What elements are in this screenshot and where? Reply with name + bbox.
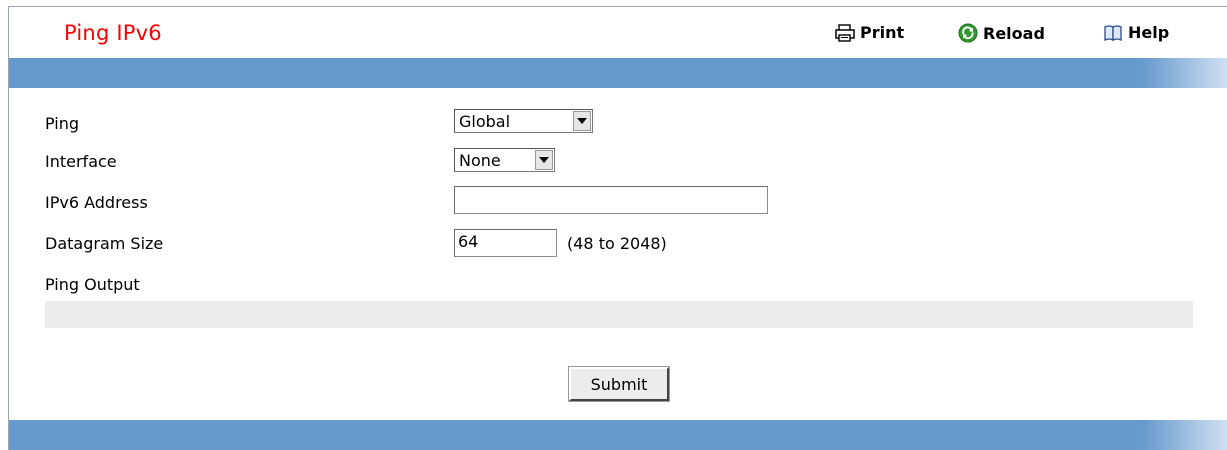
help-label: Help xyxy=(1128,23,1170,42)
page-title: Ping IPv6 xyxy=(64,21,162,45)
ping-select-value: Global xyxy=(459,111,511,131)
ping-output-area xyxy=(45,301,1193,328)
page-header: Ping IPv6 Print Reload Help xyxy=(9,7,1227,57)
print-label: Print xyxy=(860,23,905,42)
chevron-down-icon[interactable] xyxy=(535,150,553,170)
printer-icon xyxy=(835,23,855,42)
ping-ipv6-form: Ping Global Interface None IPv6 Address … xyxy=(9,88,1227,420)
print-button[interactable]: Print xyxy=(835,23,904,42)
submit-button[interactable]: Submit xyxy=(568,366,670,402)
ping-select[interactable]: Global xyxy=(454,109,593,133)
ping-output-label: Ping Output xyxy=(45,275,140,294)
ping-label: Ping xyxy=(45,114,80,133)
ipv6-address-input[interactable] xyxy=(454,186,768,214)
book-icon xyxy=(1103,24,1123,42)
interface-select[interactable]: None xyxy=(454,148,555,172)
datagram-size-range: (48 to 2048) xyxy=(567,234,667,253)
reload-label: Reload xyxy=(983,23,1045,43)
interface-label: Interface xyxy=(45,152,117,171)
datagram-size-label: Datagram Size xyxy=(45,234,164,253)
datagram-size-input[interactable]: 64 xyxy=(454,229,557,257)
chevron-down-icon[interactable] xyxy=(573,111,591,131)
reload-button[interactable]: Reload xyxy=(958,23,1045,43)
reload-icon xyxy=(958,23,978,43)
footer-bar xyxy=(9,420,1227,450)
help-button[interactable]: Help xyxy=(1103,23,1169,42)
ipv6-address-label: IPv6 Address xyxy=(45,193,148,212)
header-bar xyxy=(9,58,1227,88)
interface-select-value: None xyxy=(459,150,501,170)
